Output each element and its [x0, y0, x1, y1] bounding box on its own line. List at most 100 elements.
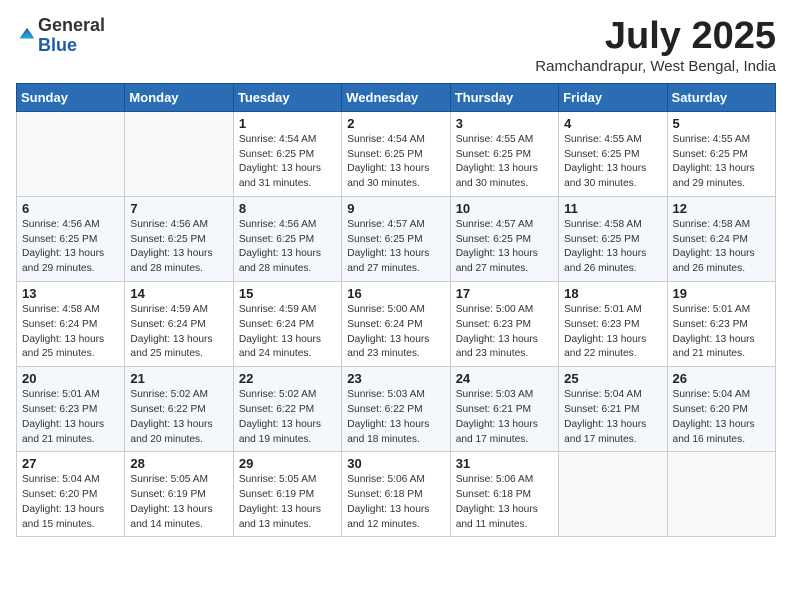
cell-info: Sunrise: 5:00 AM Sunset: 6:24 PM Dayligh…	[347, 303, 444, 362]
day-number: 5	[673, 116, 770, 131]
calendar-cell: 3 Sunrise: 4:55 AM Sunset: 6:25 PM Daylig…	[450, 111, 558, 196]
weekday-header-tuesday: Tuesday	[233, 83, 341, 111]
day-number: 21	[130, 371, 227, 386]
cell-info: Sunrise: 4:58 AM Sunset: 6:24 PM Dayligh…	[22, 303, 119, 362]
day-number: 30	[347, 456, 444, 471]
calendar-cell: 13 Sunrise: 4:58 AM Sunset: 6:24 PM Dayli…	[17, 282, 125, 367]
calendar-cell: 30 Sunrise: 5:06 AM Sunset: 6:18 PM Dayli…	[342, 452, 450, 537]
weekday-header-saturday: Saturday	[667, 83, 775, 111]
calendar-cell: 16 Sunrise: 5:00 AM Sunset: 6:24 PM Dayli…	[342, 282, 450, 367]
day-number: 28	[130, 456, 227, 471]
day-number: 25	[564, 371, 661, 386]
title-block: July 2025 Ramchandrapur, West Bengal, In…	[535, 16, 776, 75]
cell-info: Sunrise: 5:04 AM Sunset: 6:20 PM Dayligh…	[22, 473, 119, 532]
calendar-cell: 10 Sunrise: 4:57 AM Sunset: 6:25 PM Dayli…	[450, 196, 558, 281]
cell-info: Sunrise: 5:02 AM Sunset: 6:22 PM Dayligh…	[130, 388, 227, 447]
calendar-cell	[17, 111, 125, 196]
calendar-cell: 20Sunrise: 5:01 AM Sunset: 6:23 PM Dayli…	[17, 367, 125, 452]
calendar-cell: 12 Sunrise: 4:58 AM Sunset: 6:24 PM Dayli…	[667, 196, 775, 281]
calendar-cell: 7 Sunrise: 4:56 AM Sunset: 6:25 PM Daylig…	[125, 196, 233, 281]
day-number: 4	[564, 116, 661, 131]
day-number: 29	[239, 456, 336, 471]
calendar-cell	[667, 452, 775, 537]
calendar-cell: 8 Sunrise: 4:56 AM Sunset: 6:25 PM Daylig…	[233, 196, 341, 281]
day-number: 17	[456, 286, 553, 301]
cell-info: Sunrise: 4:56 AM Sunset: 6:25 PM Dayligh…	[22, 218, 119, 277]
weekday-header-monday: Monday	[125, 83, 233, 111]
cell-info: Sunrise: 4:59 AM Sunset: 6:24 PM Dayligh…	[130, 303, 227, 362]
day-number: 11	[564, 201, 661, 216]
logo-general: General	[38, 15, 105, 35]
cell-info: Sunrise: 5:04 AM Sunset: 6:20 PM Dayligh…	[673, 388, 770, 447]
cell-info: Sunrise: 4:55 AM Sunset: 6:25 PM Dayligh…	[456, 133, 553, 192]
cell-info: Sunrise: 4:57 AM Sunset: 6:25 PM Dayligh…	[347, 218, 444, 277]
cell-info: Sunrise: 5:03 AM Sunset: 6:21 PM Dayligh…	[456, 388, 553, 447]
calendar-cell: 11Sunrise: 4:58 AM Sunset: 6:25 PM Dayli…	[559, 196, 667, 281]
calendar-cell	[125, 111, 233, 196]
week-row-1: 1 Sunrise: 4:54 AM Sunset: 6:25 PM Daylig…	[17, 111, 776, 196]
day-number: 7	[130, 201, 227, 216]
cell-info: Sunrise: 4:54 AM Sunset: 6:25 PM Dayligh…	[347, 133, 444, 192]
cell-info: Sunrise: 5:06 AM Sunset: 6:18 PM Dayligh…	[347, 473, 444, 532]
day-number: 16	[347, 286, 444, 301]
day-number: 8	[239, 201, 336, 216]
day-number: 19	[673, 286, 770, 301]
calendar-cell: 31 Sunrise: 5:06 AM Sunset: 6:18 PM Dayli…	[450, 452, 558, 537]
cell-info: Sunrise: 5:06 AM Sunset: 6:18 PM Dayligh…	[456, 473, 553, 532]
day-number: 13	[22, 286, 119, 301]
calendar-table: SundayMondayTuesdayWednesdayThursdayFrid…	[16, 83, 776, 538]
day-number: 24	[456, 371, 553, 386]
cell-info: Sunrise: 5:01 AM Sunset: 6:23 PM Dayligh…	[564, 303, 661, 362]
calendar-cell: 17Sunrise: 5:00 AM Sunset: 6:23 PM Dayli…	[450, 282, 558, 367]
week-row-5: 27 Sunrise: 5:04 AM Sunset: 6:20 PM Dayli…	[17, 452, 776, 537]
day-number: 12	[673, 201, 770, 216]
cell-info: Sunrise: 4:57 AM Sunset: 6:25 PM Dayligh…	[456, 218, 553, 277]
cell-info: Sunrise: 4:55 AM Sunset: 6:25 PM Dayligh…	[564, 133, 661, 192]
day-number: 27	[22, 456, 119, 471]
cell-info: Sunrise: 5:05 AM Sunset: 6:19 PM Dayligh…	[239, 473, 336, 532]
cell-info: Sunrise: 4:54 AM Sunset: 6:25 PM Dayligh…	[239, 133, 336, 192]
calendar-cell: 5Sunrise: 4:55 AM Sunset: 6:25 PM Daylig…	[667, 111, 775, 196]
logo-blue: Blue	[38, 35, 77, 55]
calendar-cell: 9Sunrise: 4:57 AM Sunset: 6:25 PM Daylig…	[342, 196, 450, 281]
logo-text: General Blue	[38, 16, 105, 56]
day-number: 20	[22, 371, 119, 386]
calendar-cell: 15Sunrise: 4:59 AM Sunset: 6:24 PM Dayli…	[233, 282, 341, 367]
week-row-2: 6 Sunrise: 4:56 AM Sunset: 6:25 PM Daylig…	[17, 196, 776, 281]
cell-info: Sunrise: 4:58 AM Sunset: 6:24 PM Dayligh…	[673, 218, 770, 277]
cell-info: Sunrise: 4:56 AM Sunset: 6:25 PM Dayligh…	[239, 218, 336, 277]
calendar-cell: 29 Sunrise: 5:05 AM Sunset: 6:19 PM Dayli…	[233, 452, 341, 537]
cell-info: Sunrise: 4:56 AM Sunset: 6:25 PM Dayligh…	[130, 218, 227, 277]
day-number: 10	[456, 201, 553, 216]
calendar-cell: 6 Sunrise: 4:56 AM Sunset: 6:25 PM Daylig…	[17, 196, 125, 281]
calendar-cell: 2 Sunrise: 4:54 AM Sunset: 6:25 PM Daylig…	[342, 111, 450, 196]
cell-info: Sunrise: 5:01 AM Sunset: 6:23 PM Dayligh…	[673, 303, 770, 362]
cell-info: Sunrise: 5:02 AM Sunset: 6:22 PM Dayligh…	[239, 388, 336, 447]
calendar-cell: 24 Sunrise: 5:03 AM Sunset: 6:21 PM Dayli…	[450, 367, 558, 452]
cell-info: Sunrise: 5:05 AM Sunset: 6:19 PM Dayligh…	[130, 473, 227, 532]
calendar-cell: 14 Sunrise: 4:59 AM Sunset: 6:24 PM Dayli…	[125, 282, 233, 367]
week-row-4: 20Sunrise: 5:01 AM Sunset: 6:23 PM Dayli…	[17, 367, 776, 452]
calendar-cell: 25Sunrise: 5:04 AM Sunset: 6:21 PM Dayli…	[559, 367, 667, 452]
day-number: 26	[673, 371, 770, 386]
calendar-cell	[559, 452, 667, 537]
weekday-header-thursday: Thursday	[450, 83, 558, 111]
cell-info: Sunrise: 5:03 AM Sunset: 6:22 PM Dayligh…	[347, 388, 444, 447]
month-title: July 2025	[535, 16, 776, 58]
day-number: 2	[347, 116, 444, 131]
weekday-header-row: SundayMondayTuesdayWednesdayThursdayFrid…	[17, 83, 776, 111]
calendar-cell: 23Sunrise: 5:03 AM Sunset: 6:22 PM Dayli…	[342, 367, 450, 452]
day-number: 14	[130, 286, 227, 301]
logo: General Blue	[16, 16, 105, 56]
calendar-cell: 27 Sunrise: 5:04 AM Sunset: 6:20 PM Dayli…	[17, 452, 125, 537]
calendar-cell: 26 Sunrise: 5:04 AM Sunset: 6:20 PM Dayli…	[667, 367, 775, 452]
day-number: 6	[22, 201, 119, 216]
weekday-header-sunday: Sunday	[17, 83, 125, 111]
week-row-3: 13 Sunrise: 4:58 AM Sunset: 6:24 PM Dayli…	[17, 282, 776, 367]
day-number: 18	[564, 286, 661, 301]
calendar-cell: 28 Sunrise: 5:05 AM Sunset: 6:19 PM Dayli…	[125, 452, 233, 537]
day-number: 3	[456, 116, 553, 131]
day-number: 1	[239, 116, 336, 131]
calendar-cell: 21 Sunrise: 5:02 AM Sunset: 6:22 PM Dayli…	[125, 367, 233, 452]
day-number: 31	[456, 456, 553, 471]
